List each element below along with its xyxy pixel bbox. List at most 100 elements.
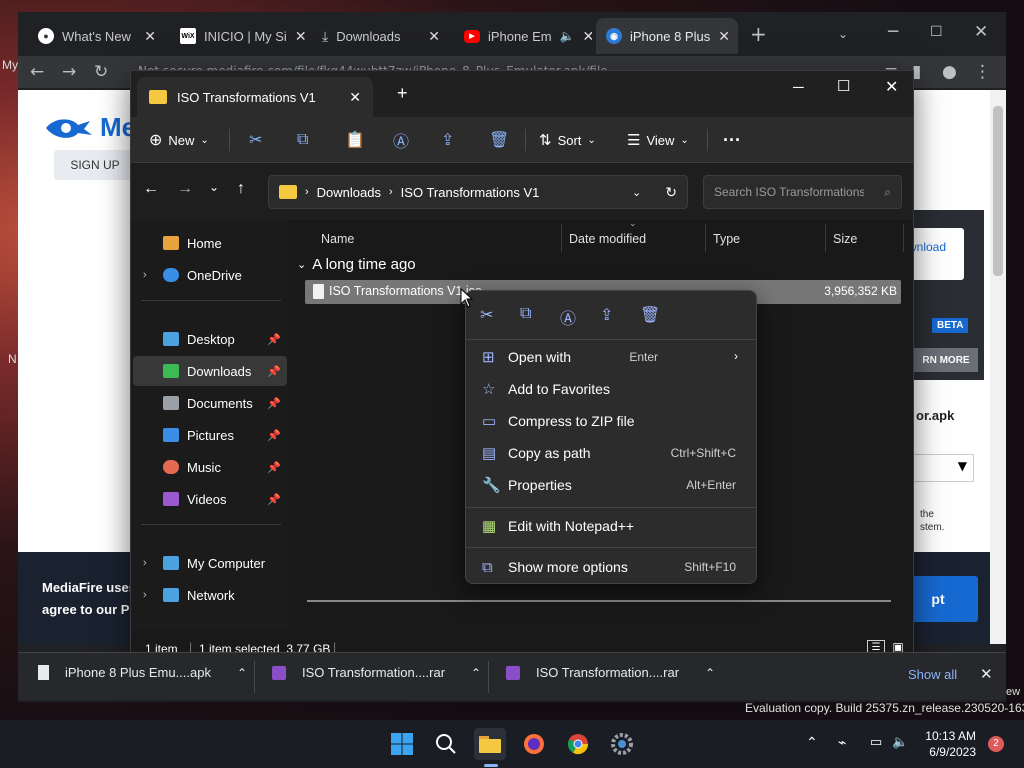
cut-icon[interactable]: ✂ bbox=[249, 117, 262, 163]
close-tab-icon[interactable]: ✕ bbox=[583, 28, 592, 45]
close-icon[interactable]: ✕ bbox=[885, 77, 898, 97]
forward-icon[interactable]: → bbox=[62, 62, 76, 82]
search-input[interactable]: Search ISO Transformations V1 ⌕ bbox=[703, 175, 902, 209]
close-tab-icon[interactable]: ✕ bbox=[295, 28, 307, 45]
breadcrumb-current[interactable]: ISO Transformations V1 bbox=[401, 185, 540, 200]
tab-search-icon[interactable]: ⌄ bbox=[838, 24, 848, 44]
share-icon[interactable]: ⇪ bbox=[441, 117, 454, 163]
settings-icon[interactable] bbox=[606, 728, 638, 760]
paste-icon[interactable]: 📋 bbox=[345, 117, 365, 163]
close-tab-icon[interactable]: ✕ bbox=[144, 28, 156, 45]
download-item[interactable]: iPhone 8 Plus Emu....apk ⌃ bbox=[38, 665, 247, 680]
delete-icon[interactable]: 🗑 bbox=[640, 305, 660, 325]
explorer-tab[interactable]: ISO Transformations V1 ✕ bbox=[137, 77, 373, 117]
column-header-type[interactable]: Type bbox=[713, 232, 740, 246]
chrome-icon[interactable] bbox=[562, 728, 594, 760]
view-button[interactable]: ☰ View ⌄ bbox=[627, 117, 689, 163]
browser-tab-downloads[interactable]: ⤓ Downloads ✕ bbox=[312, 22, 450, 50]
close-icon[interactable]: ✕ bbox=[974, 22, 988, 42]
nav-item-music[interactable]: Music 📌 bbox=[133, 452, 287, 482]
firefox-icon[interactable] bbox=[518, 728, 550, 760]
close-tab-icon[interactable]: ✕ bbox=[718, 28, 730, 45]
up-icon[interactable]: ↑ bbox=[237, 180, 245, 198]
back-icon[interactable]: ← bbox=[143, 180, 159, 198]
start-icon[interactable] bbox=[386, 728, 418, 760]
maximize-icon[interactable]: ☐ bbox=[930, 22, 943, 42]
speaker-icon[interactable]: 🔈 bbox=[560, 29, 575, 43]
rename-icon[interactable]: Ⓐ bbox=[560, 305, 576, 329]
more-icon[interactable]: ··· bbox=[723, 117, 741, 163]
nav-item-videos[interactable]: Videos 📌 bbox=[133, 484, 287, 514]
nav-item-onedrive[interactable]: › OneDrive bbox=[133, 260, 287, 290]
scrollbar-thumb[interactable] bbox=[993, 106, 1003, 276]
refresh-icon[interactable]: ↻ bbox=[665, 184, 677, 201]
column-divider[interactable] bbox=[705, 224, 706, 252]
new-tab-icon[interactable]: + bbox=[750, 24, 767, 44]
file-explorer-taskbar-icon[interactable] bbox=[474, 728, 506, 767]
maximize-icon[interactable]: ☐ bbox=[837, 77, 850, 95]
menu-item-properties[interactable]: 🔧 Properties Alt+Enter bbox=[472, 469, 750, 501]
learn-more-button[interactable]: RN MORE bbox=[914, 348, 978, 372]
search-icon[interactable] bbox=[430, 728, 462, 760]
forward-icon[interactable]: → bbox=[177, 180, 193, 198]
column-divider[interactable] bbox=[825, 224, 826, 252]
menu-icon[interactable]: ⋮ bbox=[974, 62, 991, 82]
collapse-chevron-icon[interactable]: ⌄ bbox=[297, 258, 306, 271]
notification-badge[interactable]: 2 bbox=[988, 736, 1004, 752]
column-header-size[interactable]: Size bbox=[833, 232, 857, 246]
nav-item-my-computer[interactable]: › My Computer bbox=[133, 548, 287, 578]
nav-item-documents[interactable]: Documents 📌 bbox=[133, 388, 287, 418]
expand-chevron-icon[interactable]: › bbox=[143, 269, 147, 281]
new-tab-icon[interactable]: + bbox=[397, 83, 408, 104]
page-scrollbar[interactable] bbox=[990, 90, 1006, 644]
download-item[interactable]: ISO Transformation....rar ⌃ bbox=[272, 665, 481, 680]
menu-item-add-favorites[interactable]: ☆ Add to Favorites bbox=[472, 373, 750, 405]
profile-icon[interactable]: ● bbox=[942, 62, 957, 82]
copy-icon[interactable]: ⧉ bbox=[520, 305, 531, 323]
menu-item-copy-path[interactable]: ▤ Copy as path Ctrl+Shift+C bbox=[472, 437, 750, 469]
share-icon[interactable]: ⇪ bbox=[600, 305, 613, 325]
show-all-link[interactable]: Show all bbox=[908, 667, 957, 682]
display-icon[interactable]: ▭ bbox=[870, 734, 882, 750]
menu-item-notepad[interactable]: ▦ Edit with Notepad++ bbox=[472, 510, 750, 542]
breadcrumb-downloads[interactable]: Downloads bbox=[317, 185, 381, 200]
browser-tab-whats-new[interactable]: ● What's New ✕ bbox=[28, 22, 166, 50]
horizontal-scrollbar[interactable] bbox=[307, 600, 891, 602]
select-dropdown[interactable]: ▼ bbox=[912, 454, 974, 482]
menu-item-show-more[interactable]: ⧉ Show more options Shift+F10 bbox=[472, 551, 750, 583]
nav-item-desktop[interactable]: Desktop 📌 bbox=[133, 324, 287, 354]
column-divider[interactable] bbox=[903, 224, 904, 252]
volume-icon[interactable]: 🔈 bbox=[892, 734, 908, 750]
expand-chevron-icon[interactable]: › bbox=[143, 589, 147, 601]
address-bar[interactable]: › Downloads › ISO Transformations V1 ⌄ ↻ bbox=[268, 175, 688, 209]
chevron-up-icon[interactable]: ⌃ bbox=[705, 666, 715, 680]
chevron-up-icon[interactable]: ⌃ bbox=[806, 734, 818, 751]
nav-item-downloads[interactable]: Downloads 📌 bbox=[133, 356, 287, 386]
rename-icon[interactable]: Ⓐ bbox=[393, 117, 409, 163]
chevron-down-icon[interactable]: ⌄ bbox=[632, 186, 641, 199]
new-button[interactable]: ⊕ New ⌄ bbox=[149, 117, 209, 163]
group-header[interactable]: ⌄ A long time ago bbox=[297, 256, 416, 273]
column-divider[interactable] bbox=[561, 224, 562, 252]
signup-button[interactable]: SIGN UP bbox=[54, 150, 136, 180]
close-icon[interactable]: ✕ bbox=[980, 665, 993, 683]
network-offline-icon[interactable]: ⌁ bbox=[838, 734, 846, 751]
sort-button[interactable]: ⇅ Sort ⌄ bbox=[539, 117, 596, 163]
column-header-name[interactable]: Name bbox=[321, 232, 354, 246]
minimize-icon[interactable]: ─ bbox=[793, 79, 804, 96]
browser-tab-inicio[interactable]: WiX INICIO | My Si ✕ bbox=[170, 22, 308, 50]
menu-item-compress-zip[interactable]: ▭ Compress to ZIP file bbox=[472, 405, 750, 437]
reload-icon[interactable]: ↻ bbox=[94, 62, 108, 82]
chevron-up-icon[interactable]: ⌃ bbox=[471, 666, 481, 680]
copy-icon[interactable]: ⧉ bbox=[297, 117, 308, 163]
recent-chevron-icon[interactable]: ⌄ bbox=[209, 180, 219, 194]
nav-item-pictures[interactable]: Pictures 📌 bbox=[133, 420, 287, 450]
expand-chevron-icon[interactable]: › bbox=[143, 557, 147, 569]
menu-item-open-with[interactable]: ⊞ Open with Enter › bbox=[472, 341, 750, 373]
back-icon[interactable]: ← bbox=[30, 62, 44, 82]
delete-icon[interactable]: 🗑 bbox=[489, 117, 509, 163]
minimize-icon[interactable]: ─ bbox=[888, 22, 898, 42]
browser-tab-iphone-em[interactable]: ▶ iPhone Em 🔈 ✕ bbox=[454, 22, 592, 50]
close-tab-icon[interactable]: ✕ bbox=[428, 28, 440, 45]
close-tab-icon[interactable]: ✕ bbox=[349, 89, 361, 106]
